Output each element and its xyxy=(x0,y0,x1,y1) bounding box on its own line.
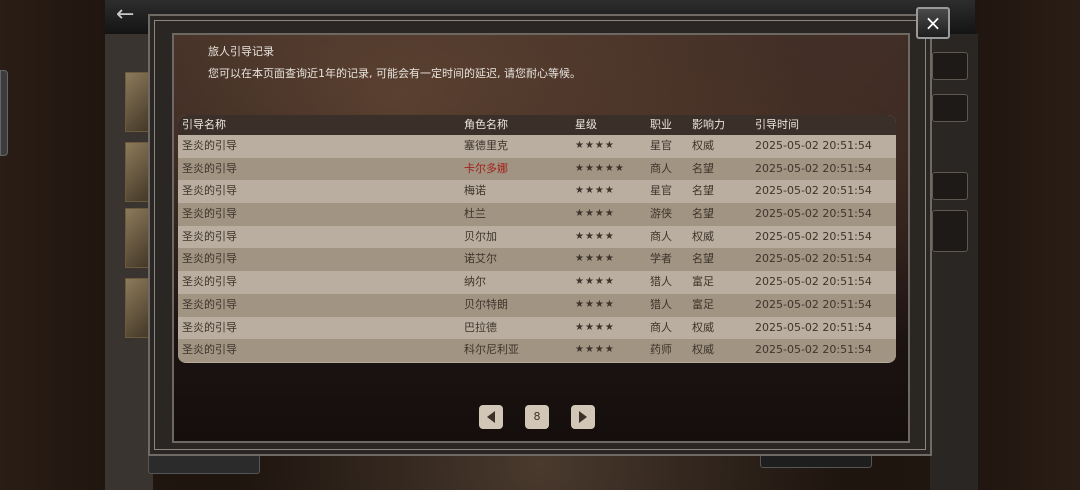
influence-cell: 权威 xyxy=(692,229,714,243)
guide-time-cell: 2025-05-02 20:51:54 xyxy=(755,297,872,311)
profession-cell: 商人 xyxy=(650,161,672,175)
table-row: 圣炎的引导 杜兰 ★★★★ 游侠 名望 2025-05-02 20:51:54 xyxy=(178,203,896,226)
table-row: 圣炎的引导 科尔尼利亚 ★★★★ 药师 权威 2025-05-02 20:51:54 xyxy=(178,339,896,362)
influence-cell: 权威 xyxy=(692,139,714,152)
influence-cell: 名望 xyxy=(692,161,714,175)
table-header: 引导名称 角色名称 星级 职业 影响力 引导时间 xyxy=(178,115,896,135)
character-name-cell: 梅诺 xyxy=(464,184,486,198)
profession-cell: 星官 xyxy=(650,139,672,152)
guide-name-cell: 圣炎的引导 xyxy=(182,207,237,221)
table-row: 圣炎的引导 贝尔加 ★★★★ 商人 权威 2025-05-02 20:51:54 xyxy=(178,225,896,249)
column-header: 星级 xyxy=(575,118,597,131)
column-header: 影响力 xyxy=(692,118,725,131)
guide-time-cell: 2025-05-02 20:51:54 xyxy=(755,320,872,334)
prev-page-button[interactable] xyxy=(479,405,503,429)
guide-name-cell: 圣炎的引导 xyxy=(182,161,237,175)
star-rating-cell: ★★★★ xyxy=(575,321,615,333)
page-number: 8 xyxy=(525,405,549,429)
guide-name-cell: 圣炎的引导 xyxy=(182,275,237,289)
table-row: 圣炎的引导 纳尔 ★★★★ 猎人 富足 2025-05-02 20:51:54 xyxy=(178,271,896,294)
guide-time-cell: 2025-05-02 20:51:54 xyxy=(755,184,872,198)
influence-cell: 权威 xyxy=(692,320,714,334)
close-icon: × xyxy=(924,11,942,35)
column-header: 职业 xyxy=(650,118,672,131)
table-row: 圣炎的引导 塞德里克 ★★★★ 星官 权威 2025-05-02 20:51:54 xyxy=(178,135,896,158)
guide-time-cell: 2025-05-02 20:51:54 xyxy=(755,252,872,266)
star-rating-cell: ★★★★ xyxy=(575,344,615,356)
arrow-left-icon xyxy=(487,411,495,423)
star-rating-cell: ★★★★ xyxy=(575,140,615,151)
profession-cell: 学者 xyxy=(650,252,672,266)
guide-name-cell: 圣炎的引导 xyxy=(182,320,237,334)
guide-time-cell: 2025-05-02 20:51:54 xyxy=(755,161,872,175)
guide-name-cell: 圣炎的引导 xyxy=(182,297,237,311)
guide-name-cell: 圣炎的引导 xyxy=(182,343,237,357)
arrow-right-icon xyxy=(579,411,587,423)
profession-cell: 星官 xyxy=(650,184,672,198)
influence-cell: 名望 xyxy=(692,207,714,221)
table-body: 圣炎的引导 塞德里克 ★★★★ 星官 权威 2025-05-02 20:51:54 圣炎的引… xyxy=(178,135,896,362)
influence-cell: 名望 xyxy=(692,184,714,198)
character-name-cell: 巴拉德 xyxy=(464,320,497,334)
character-name-cell: 塞德里克 xyxy=(464,139,508,152)
character-name-cell: 诺艾尔 xyxy=(464,252,497,266)
column-header: 引导时间 xyxy=(755,118,799,131)
side-button[interactable] xyxy=(932,210,968,252)
guide-time-cell: 2025-05-02 20:51:54 xyxy=(755,207,872,221)
column-header: 角色名称 xyxy=(464,118,508,131)
profession-cell: 游侠 xyxy=(650,207,672,221)
table-row: 圣炎的引导 贝尔特朗 ★★★★ 猎人 富足 2025-05-02 20:51:54 xyxy=(178,293,896,317)
character-name-cell: 贝尔加 xyxy=(464,229,497,243)
guide-time-cell: 2025-05-02 20:51:54 xyxy=(755,343,872,357)
star-rating-cell: ★★★★ xyxy=(575,208,615,220)
profession-cell: 药师 xyxy=(650,343,672,357)
side-handle[interactable] xyxy=(0,70,8,156)
records-table: 引导名称 角色名称 星级 职业 影响力 引导时间 圣炎的引导 塞德里克 ★★★★ 星官… xyxy=(178,115,896,363)
character-name-cell: 贝尔特朗 xyxy=(464,297,508,311)
side-button[interactable] xyxy=(932,94,968,122)
influence-cell: 权威 xyxy=(692,343,714,357)
guide-time-cell: 2025-05-02 20:51:54 xyxy=(755,275,872,289)
character-name-cell: 卡尔多娜 xyxy=(464,161,508,175)
back-arrow-icon[interactable]: ← xyxy=(116,4,150,26)
character-name-cell: 科尔尼利亚 xyxy=(464,343,519,357)
table-row: 圣炎的引导 卡尔多娜 ★★★★★ 商人 名望 2025-05-02 20:51:54 xyxy=(178,157,896,181)
star-rating-cell: ★★★★ xyxy=(575,276,615,288)
guide-time-cell: 2025-05-02 20:51:54 xyxy=(755,139,872,152)
profession-cell: 猎人 xyxy=(650,275,672,289)
column-header: 引导名称 xyxy=(182,118,226,131)
guide-name-cell: 圣炎的引导 xyxy=(182,229,237,243)
star-rating-cell: ★★★★★ xyxy=(575,162,625,174)
side-button[interactable] xyxy=(932,52,968,80)
star-rating-cell: ★★★★ xyxy=(575,185,615,197)
close-button[interactable]: × xyxy=(916,7,950,39)
character-name-cell: 纳尔 xyxy=(464,275,486,289)
influence-cell: 富足 xyxy=(692,275,714,289)
guide-time-cell: 2025-05-02 20:51:54 xyxy=(755,229,872,243)
profession-cell: 猎人 xyxy=(650,297,672,311)
guide-name-cell: 圣炎的引导 xyxy=(182,252,237,266)
dialog-subtitle: 您可以在本页面查询近1年的记录, 可能会有一定时间的延迟, 请您耐心等候。 xyxy=(208,67,581,80)
dialog-title: 旅人引导记录 xyxy=(208,45,274,58)
next-page-button[interactable] xyxy=(571,405,595,429)
side-button[interactable] xyxy=(932,172,968,200)
table-row: 圣炎的引导 巴拉德 ★★★★ 商人 权威 2025-05-02 20:51:54 xyxy=(178,316,896,340)
table-row: 圣炎的引导 诺艾尔 ★★★★ 学者 名望 2025-05-02 20:51:54 xyxy=(178,248,896,272)
character-name-cell: 杜兰 xyxy=(464,207,486,221)
guide-name-cell: 圣炎的引导 xyxy=(182,139,237,152)
profession-cell: 商人 xyxy=(650,229,672,243)
table-row: 圣炎的引导 梅诺 ★★★★ 星官 名望 2025-05-02 20:51:54 xyxy=(178,180,896,204)
star-rating-cell: ★★★★ xyxy=(575,253,615,265)
star-rating-cell: ★★★★ xyxy=(575,230,615,242)
profession-cell: 商人 xyxy=(650,320,672,334)
influence-cell: 富足 xyxy=(692,297,714,311)
influence-cell: 名望 xyxy=(692,252,714,266)
star-rating-cell: ★★★★ xyxy=(575,298,615,310)
guide-name-cell: 圣炎的引导 xyxy=(182,184,237,198)
